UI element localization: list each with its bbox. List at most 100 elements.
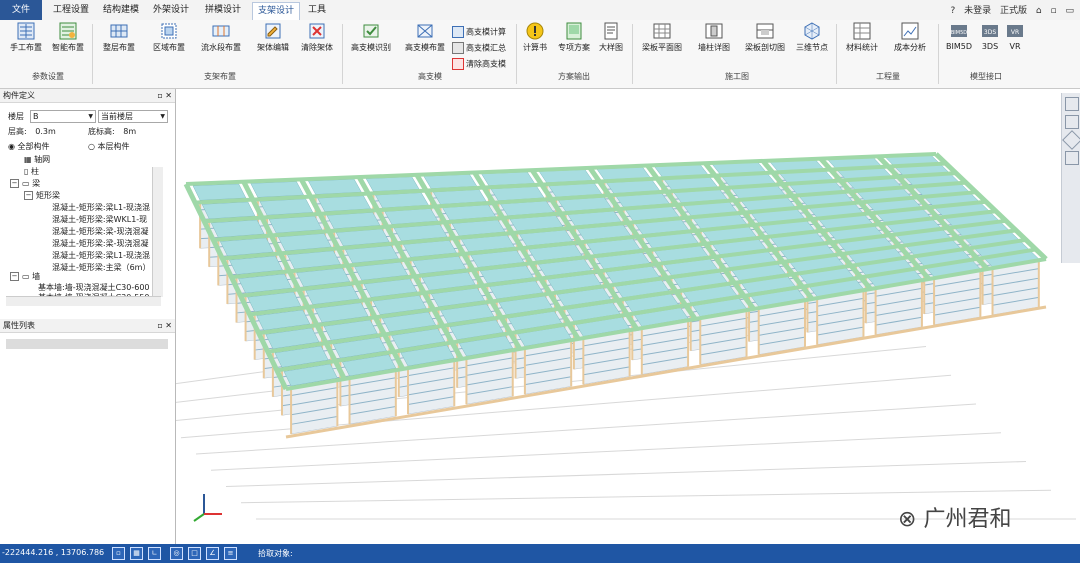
3d-node-icon [804, 22, 820, 40]
floor-label: 楼层 [8, 112, 24, 121]
slab-formwork-panel [250, 181, 304, 198]
material-stats-label: 材料统计 [846, 43, 878, 52]
vr-button[interactable]: VR VR [1004, 22, 1026, 51]
tree-item-column[interactable]: ▯ 柱 [24, 166, 39, 178]
clear-high-formwork-label: 清除高支模 [466, 59, 506, 69]
lineweight-icon[interactable]: ≡ [224, 547, 237, 560]
special-plan-button[interactable]: 专项方案 [556, 22, 592, 53]
bim5d-label: BIM5D [946, 42, 972, 51]
smart-layout-button[interactable]: 智能布置 [50, 22, 86, 53]
slab-formwork-panel [259, 198, 314, 216]
wall-column-detail-button[interactable]: 墙柱详图 [694, 22, 734, 53]
tree-item-grid[interactable]: ▦ 轴网 [24, 154, 50, 166]
home-icon[interactable]: ⌂ [1036, 6, 1042, 16]
vr-icon: VR [1007, 25, 1023, 37]
tree-leaf[interactable]: 混凝土-矩形梁:梁L1-现浇混 [52, 202, 150, 214]
restore-icon[interactable]: ▫ [1051, 6, 1057, 16]
login-status[interactable]: 未登录 [964, 6, 991, 16]
snap-icon[interactable]: ▫ [112, 547, 125, 560]
dynamic-input-icon[interactable]: ∠ [206, 547, 219, 560]
ribbon-separator [516, 24, 517, 84]
manual-layout-button[interactable]: 手工布置 [8, 22, 44, 53]
grid-toggle-icon[interactable]: ▦ [130, 547, 143, 560]
group-quantity: 工程量 [876, 72, 900, 81]
rotate-icon[interactable] [1062, 130, 1080, 150]
3d-viewport[interactable]: ⊗ 广州君和 [176, 89, 1080, 544]
tab-support-design[interactable]: 支架设计 [252, 2, 300, 20]
view-toolbar[interactable] [1061, 93, 1080, 263]
tree-leaf[interactable]: 混凝土-矩形梁:梁WKL1-现 [52, 214, 147, 226]
tree-item-wall[interactable]: − ▭ 墙 [10, 271, 40, 283]
segment-layout-button[interactable]: 流水段布置 [198, 22, 244, 53]
ground-grid-line [225, 461, 1027, 487]
tree-leaf[interactable]: 混凝土-矩形梁:梁-现浇混凝 [52, 226, 148, 238]
high-formwork-calc-button[interactable]: 高支模计算 [452, 26, 506, 38]
detail-drawing-button[interactable]: 大样图 [596, 22, 626, 53]
slab-formwork-panel [201, 201, 256, 220]
smart-layout-icon [59, 22, 77, 40]
polar-icon[interactable]: ◎ [170, 547, 183, 560]
view-cube-icon[interactable] [1065, 97, 1079, 111]
3ds-button[interactable]: 3DS 3DS [978, 22, 1002, 51]
object-snap-icon[interactable]: □ [188, 547, 201, 560]
cost-analysis-icon [901, 22, 919, 40]
collapse-icon[interactable]: − [10, 272, 19, 281]
collapse-icon[interactable]: − [24, 191, 33, 200]
cost-analysis-button[interactable]: 成本分析 [890, 22, 930, 53]
clear-frame-button[interactable]: 清除架体 [298, 22, 336, 53]
beam-slab-plan-icon [653, 23, 671, 39]
maximize-icon[interactable]: ▭ [1065, 6, 1074, 16]
tab-scaffold-design[interactable]: 外架设计 [148, 2, 194, 19]
tree-item-rect-beam[interactable]: − 矩形梁 [24, 190, 60, 202]
wechat-icon: ⊗ [898, 507, 924, 532]
chevron-down-icon: ▼ [160, 113, 165, 120]
pan-icon[interactable] [1065, 151, 1079, 165]
pin-icon[interactable]: ▫ ✕ [157, 89, 172, 102]
tree-item-beam[interactable]: − ▭ 梁 [10, 178, 40, 190]
high-formwork-summary-button[interactable]: 高支模汇总 [452, 42, 506, 54]
material-stats-button[interactable]: 材料统计 [842, 22, 882, 53]
pin-icon[interactable]: ▫ ✕ [157, 319, 172, 332]
frame-edit-button[interactable]: 架体编辑 [254, 22, 292, 53]
slab-formwork-panel [365, 176, 420, 192]
tab-tools[interactable]: 工具 [302, 2, 332, 19]
tree-leaf[interactable]: 混凝土-矩形梁:主梁（6m） [52, 262, 150, 274]
clear-high-formwork-button[interactable]: 清除高支模 [452, 58, 506, 70]
tab-project-settings[interactable]: 工程设置 [48, 2, 94, 19]
beam-slab-plan-button[interactable]: 梁板平面图 [640, 22, 684, 53]
left-pane: 构件定义 ▫ ✕ 楼层 B ▼ 当前楼层 ▼ 层高: 0.3m 底标高: 8m ◉ … [0, 89, 176, 544]
frame-edit-icon [265, 23, 281, 39]
floor-layout-button[interactable]: 整层布置 [100, 22, 138, 53]
radio-all-components[interactable]: ◉ 全部构件 [8, 141, 50, 152]
floor-scope-select[interactable]: 当前楼层 ▼ [98, 110, 168, 123]
tab-structure-modeling[interactable]: 结构建模 [98, 2, 144, 19]
tree-horizontal-scrollbar[interactable] [6, 296, 161, 306]
help-icon[interactable]: ? [950, 6, 955, 16]
collapse-icon[interactable]: − [10, 179, 19, 188]
support-frame-model[interactable] [176, 89, 1080, 544]
calc-book-button[interactable]: 计算书 [520, 22, 550, 53]
radio-floor-components[interactable]: ○ 本层构件 [88, 141, 130, 152]
floor-select[interactable]: B ▼ [30, 110, 96, 123]
smart-layout-label: 智能布置 [52, 43, 84, 52]
high-formwork-layout-label: 高支模布置 [405, 43, 445, 52]
slab-formwork-panel [307, 178, 362, 195]
floor-select-value: B [33, 112, 39, 121]
high-formwork-layout-button[interactable]: 高支模布置 [402, 22, 448, 53]
3d-node-button[interactable]: 三维节点 [794, 22, 830, 53]
high-formwork-identify-button[interactable]: 高支模识别 [348, 22, 394, 53]
zoom-icon[interactable] [1065, 115, 1079, 129]
ortho-icon[interactable]: ∟ [148, 547, 161, 560]
area-layout-button[interactable]: 区域布置 [150, 22, 188, 53]
tree-leaf[interactable]: 混凝土-矩形梁:梁L1-现浇混 [52, 250, 150, 262]
bim5d-button[interactable]: BIM5D BIM5D [944, 22, 974, 51]
floor-layout-label: 整层布置 [103, 43, 135, 52]
tree-leaf[interactable]: 混凝土-矩形梁:梁-现浇混凝 [52, 238, 148, 250]
file-menu[interactable]: 文件 [0, 0, 42, 20]
tree-vertical-scrollbar[interactable] [152, 167, 163, 297]
beam-slab-section-button[interactable]: 梁板剖切图 [742, 22, 788, 53]
property-row[interactable] [6, 339, 168, 349]
tab-formwork-design[interactable]: 拼模设计 [198, 2, 248, 19]
component-panel-title: 构件定义 [3, 91, 35, 100]
group-high-formwork: 高支模 [418, 72, 442, 81]
